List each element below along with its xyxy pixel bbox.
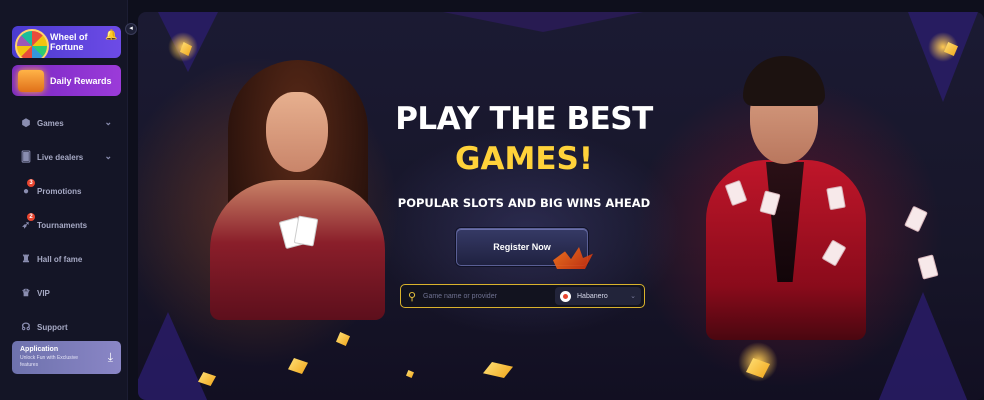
sidebar-nav: ⬢ Games ⌄ 🂠 Live dealers ⌄ ● 3 Promotions… — [0, 106, 128, 344]
trophy-icon: ♜ — [21, 253, 31, 265]
headline-line-2: GAMES! — [455, 141, 593, 177]
daily-rewards-label: Daily Rewards — [50, 75, 112, 86]
woman-body — [210, 180, 385, 320]
search-icon: ⚲ — [407, 290, 417, 303]
collapse-sidebar-button[interactable]: ◂ — [125, 23, 137, 35]
man-hair — [743, 56, 825, 106]
chevron-down-icon[interactable]: ⌄ — [104, 117, 112, 128]
flying-card — [917, 254, 939, 280]
sidebar-item-label: Support — [37, 322, 68, 332]
chevron-down-icon[interactable]: ⌄ — [104, 151, 112, 162]
sidebar-item-label: VIP — [37, 288, 50, 298]
sidebar-item-label: Games — [37, 118, 64, 128]
headline-line-1: PLAY THE BEST — [395, 101, 653, 137]
hero-banner: PLAY THE BEST GAMES! POPULAR SLOTS AND B… — [138, 12, 984, 400]
crystal-decoration — [393, 12, 693, 32]
cards-icon: 🂠 — [20, 151, 32, 163]
register-button-label: Register Now — [493, 242, 551, 252]
provider-logo-icon — [560, 290, 571, 302]
hero-headline: PLAY THE BEST GAMES! — [390, 100, 658, 178]
flying-card — [904, 205, 928, 233]
treasure-chest-icon — [18, 70, 44, 92]
cube-icon: ⬢ — [21, 117, 31, 129]
flame-icon — [553, 247, 593, 269]
sidebar-item-games[interactable]: ⬢ Games ⌄ — [0, 106, 128, 140]
wheel-icon — [15, 29, 49, 58]
chevron-down-icon: ⌄ — [630, 293, 636, 300]
bell-icon[interactable]: 🔔 — [105, 30, 117, 41]
gold-nugget — [336, 332, 350, 346]
crystal-decoration — [138, 312, 208, 400]
gold-nugget — [406, 370, 414, 378]
sidebar-item-hall-of-fame[interactable]: ♜ Hall of fame — [0, 242, 128, 276]
woman-face — [266, 92, 328, 172]
sidebar-item-vip[interactable]: ♛ VIP — [0, 276, 128, 310]
provider-selected-label: Habanero — [577, 292, 608, 300]
hero-subheadline: POPULAR SLOTS AND BIG WINS AHEAD — [397, 196, 651, 210]
wheel-of-fortune-label: Wheel of Fortune — [50, 32, 88, 52]
register-button[interactable]: Register Now — [456, 228, 593, 269]
bomb-icon: ● 3 — [20, 179, 35, 197]
notification-badge: 3 — [27, 179, 35, 187]
sidebar-item-tournaments[interactable]: ➶ 2 Tournaments — [0, 208, 128, 242]
notification-badge: 2 — [27, 213, 35, 221]
headset-icon: ☊ — [21, 321, 31, 333]
crystal-decoration — [878, 292, 968, 400]
sidebar-item-promotions[interactable]: ● 3 Promotions — [0, 174, 128, 208]
sidebar-item-label: Promotions — [37, 186, 82, 196]
gold-nugget — [288, 358, 308, 374]
rocket-icon: ➶ 2 — [20, 213, 35, 231]
provider-select[interactable]: Habanero ⌄ — [555, 287, 641, 305]
playing-cards — [278, 215, 322, 250]
app-card-subtitle: Unlock Fun with Exclusive features — [20, 355, 79, 368]
gold-nugget — [483, 362, 513, 378]
sidebar-item-live-dealers[interactable]: 🂠 Live dealers ⌄ — [0, 140, 128, 174]
daily-rewards-button[interactable]: Daily Rewards — [12, 65, 121, 96]
search-input[interactable]: Game name or provider — [423, 293, 555, 300]
wheel-of-fortune-button[interactable]: Wheel of Fortune 🔔 — [12, 26, 121, 58]
sidebar: Wheel of Fortune 🔔 Daily Rewards ⬢ Games… — [0, 0, 128, 400]
crown-icon: ♛ — [21, 287, 31, 299]
app-download-card[interactable]: Application Unlock Fun with Exclusive fe… — [12, 341, 121, 374]
download-icon: ⤓ — [107, 350, 113, 364]
game-search-bar: ⚲ Game name or provider Habanero ⌄ — [400, 284, 645, 308]
app-card-title: Application — [20, 346, 59, 353]
sidebar-item-support[interactable]: ☊ Support — [0, 310, 128, 344]
sidebar-item-label: Live dealers — [37, 152, 84, 162]
sidebar-item-label: Tournaments — [37, 220, 88, 230]
sidebar-item-label: Hall of fame — [37, 254, 83, 264]
gold-nugget — [198, 372, 216, 386]
